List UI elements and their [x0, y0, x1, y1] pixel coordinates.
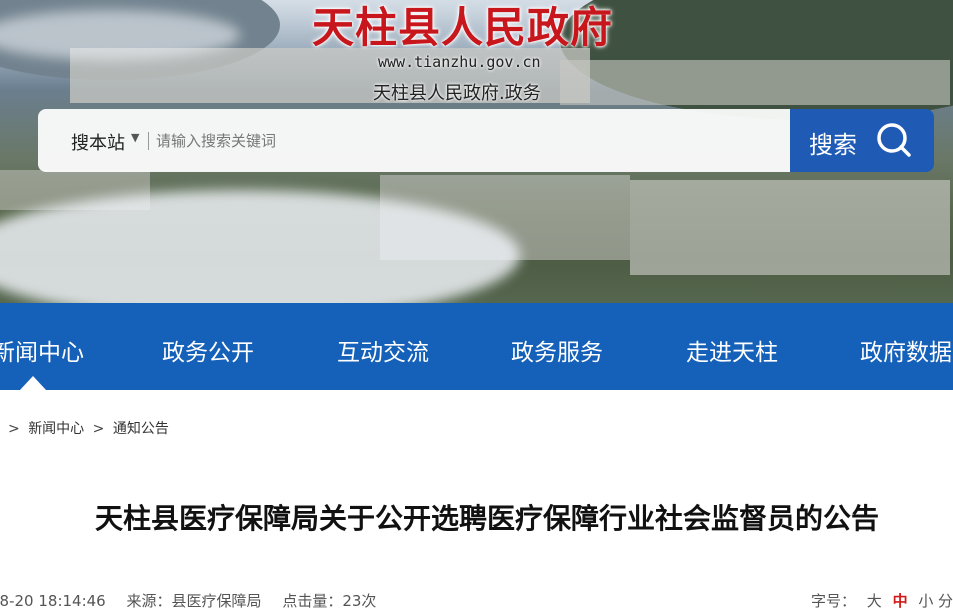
nav-item-about[interactable]: 走进天柱 [686, 333, 778, 367]
article-views: 点击量：23次 [282, 592, 377, 610]
site-subtitle: 天柱县人民政府.政务 [373, 83, 541, 104]
breadcrumb-separator: > [92, 421, 105, 437]
chevron-down-icon[interactable]: ▼ [131, 131, 139, 144]
nav-item-interaction[interactable]: 互动交流 [337, 333, 429, 367]
search-bar: 搜本站 ▼ [38, 109, 790, 172]
nav-item-services[interactable]: 政务服务 [511, 333, 603, 367]
breadcrumb-separator: > [8, 421, 20, 437]
font-size-large-button[interactable]: 大 [867, 592, 882, 610]
search-button-label: 搜索 [809, 131, 857, 159]
nav-item-open-government[interactable]: 政务公开 [162, 333, 254, 367]
article-source: 来源：县医疗保障局 [126, 592, 262, 610]
search-input[interactable] [156, 127, 756, 155]
banner-city [630, 180, 950, 275]
article-title: 天柱县医疗保障局关于公开选聘医疗保障行业社会监督员的公告 [94, 502, 879, 535]
search-scope-select[interactable]: 搜本站 [71, 129, 125, 155]
site-url: www.tianzhu.gov.cn [378, 53, 541, 71]
font-size-label: 字号： [811, 592, 857, 610]
breadcrumb-link-news[interactable]: 新闻中心 [28, 421, 84, 437]
main-nav: 新闻中心 政务公开 互动交流 政务服务 走进天柱 政府数据 [0, 303, 953, 390]
nav-item-news[interactable]: 新闻中心 [0, 333, 84, 367]
banner-city [560, 60, 950, 105]
search-button[interactable]: 搜索 [790, 109, 934, 172]
search-icon [877, 123, 911, 157]
article-date: 08-20 18:14:46 [0, 592, 106, 610]
breadcrumb: > 新闻中心 > 通知公告 [4, 418, 169, 438]
site-title: 天柱县人民政府 [312, 3, 614, 52]
font-size-medium-button[interactable]: 中 [893, 592, 908, 610]
share-link[interactable]: 分 [938, 590, 953, 611]
search-divider [148, 132, 149, 150]
nav-item-data[interactable]: 政府数据 [860, 333, 952, 367]
breadcrumb-link-notices[interactable]: 通知公告 [113, 421, 169, 437]
nav-active-indicator [20, 376, 46, 390]
font-size-control: 字号： 大 中 小 [811, 590, 933, 611]
font-size-small-button[interactable]: 小 [918, 592, 933, 610]
article-meta: 08-20 18:14:46 来源：县医疗保障局 点击量：23次 [0, 590, 392, 611]
